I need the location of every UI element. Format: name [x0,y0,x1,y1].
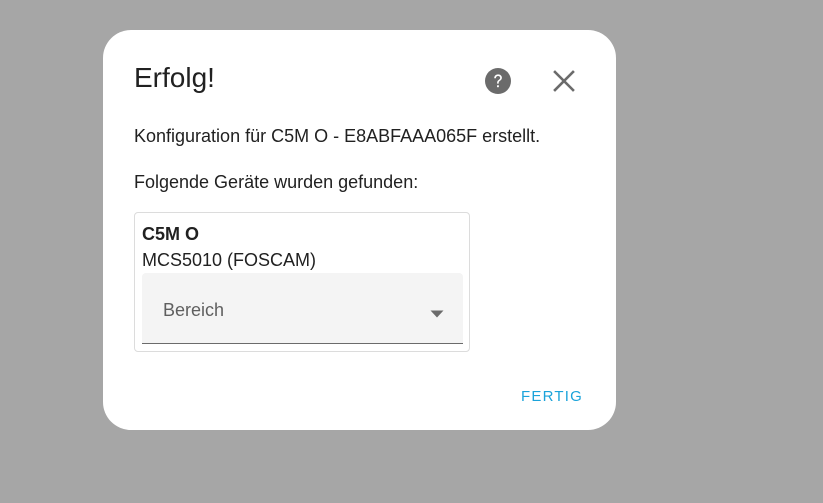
device-model: MCS5010 (FOSCAM) [142,250,317,270]
menu-down-icon [430,305,444,318]
close-icon[interactable] [551,68,577,94]
devices-found-message: Folgende Geräte wurden gefunden: [134,172,419,192]
dialog-title: Erfolg! [134,62,215,93]
device-card: C5M O MCS5010 (FOSCAM) Bereich [134,212,470,352]
area-select-label: Bereich [163,300,225,320]
help-icon[interactable] [485,68,511,94]
config-created-message: Konfiguration für C5M O - E8ABFAAA065F e… [134,126,541,146]
area-select[interactable]: Bereich [142,273,463,344]
device-name: C5M O [142,224,200,244]
success-dialog: Erfolg! Konfiguration für C5M O - E8ABFA… [103,30,616,430]
done-button[interactable]: FERTIG [516,384,588,410]
